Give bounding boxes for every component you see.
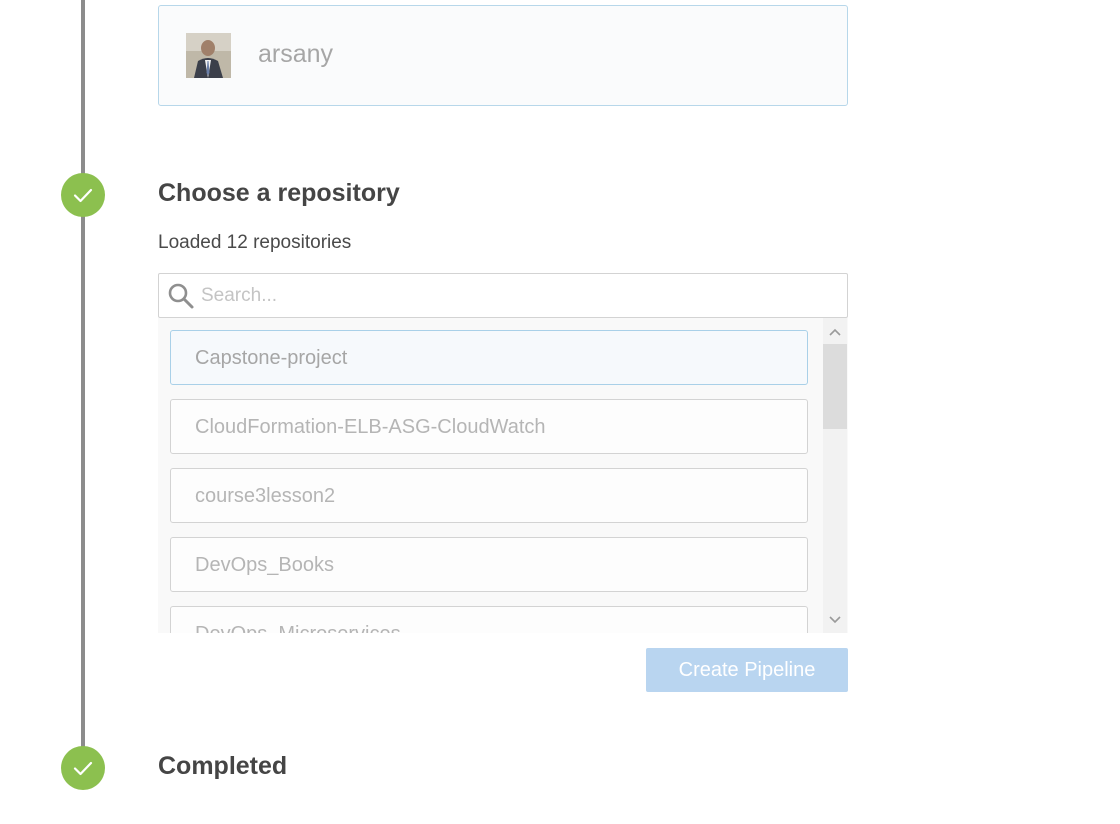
repository-list[interactable]: Capstone-project CloudFormation-ELB-ASG-… [158, 318, 848, 633]
repository-list-scrollbar[interactable] [823, 318, 847, 633]
repository-item[interactable]: CloudFormation-ELB-ASG-CloudWatch [170, 399, 808, 454]
repository-item[interactable]: course3lesson2 [170, 468, 808, 523]
check-icon [73, 188, 93, 203]
step-title-completed: Completed [158, 752, 288, 780]
scroll-thumb[interactable] [823, 344, 847, 429]
scroll-up-chevron-icon[interactable] [823, 320, 847, 344]
repository-item[interactable]: DevOps_Books [170, 537, 808, 592]
repository-item[interactable]: Capstone-project [170, 330, 808, 385]
avatar [186, 33, 231, 78]
search-icon [168, 283, 194, 309]
repository-count-text: Loaded 12 repositories [158, 232, 352, 253]
scroll-down-chevron-icon[interactable] [823, 608, 847, 632]
create-pipeline-button[interactable]: Create Pipeline [646, 648, 848, 692]
step-complete-check-icon [61, 173, 105, 217]
step-complete-check-icon [61, 746, 105, 790]
check-icon [73, 761, 93, 776]
step-title-choose-repository: Choose a repository [158, 179, 400, 207]
search-box[interactable] [158, 273, 848, 318]
search-input[interactable] [201, 274, 831, 317]
account-card[interactable]: arsany [158, 5, 848, 106]
repository-item[interactable]: DevOps_Microservices [170, 606, 808, 633]
account-name: arsany [258, 40, 334, 68]
progress-rail [81, 0, 85, 750]
